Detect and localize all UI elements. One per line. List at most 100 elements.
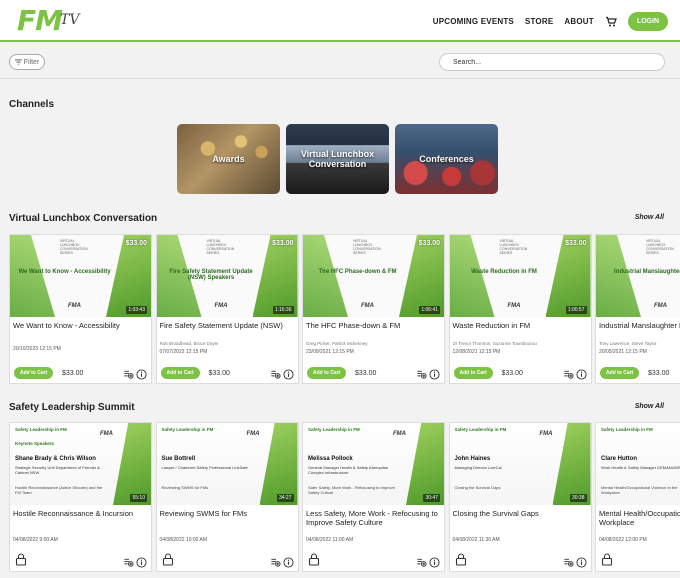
video-date: 20/10/2023 12:15 PM <box>13 346 61 352</box>
speaker-role: General Manager Health & Safety Aberquil… <box>308 465 389 475</box>
video-thumbnail[interactable]: Safety Leadership in FM FMA Melissa Polloc… <box>303 423 444 505</box>
video-card[interactable]: Safety Leadership in FM FMA John Haines Man… <box>448 422 592 573</box>
info-icon[interactable] <box>575 555 587 573</box>
add-to-cart-button[interactable]: Add to Cart <box>307 367 347 379</box>
video-thumbnail[interactable]: VIRTUAL LUNCHBOX CONVERSATION SERIES The HFC… <box>303 235 444 317</box>
video-card[interactable]: VIRTUAL LUNCHBOX CONVERSATION SERIES The HFC… <box>302 234 445 384</box>
channel-awards[interactable]: Awards <box>177 124 280 194</box>
video-thumbnail[interactable]: VIRTUAL LUNCHBOX CONVERSATION SERIES Fire Sa… <box>156 235 298 317</box>
channel-virtual-lunchbox[interactable]: Virtual Lunchbox Conversation <box>286 124 389 194</box>
info-icon[interactable] <box>429 367 440 385</box>
video-date: 04/08/2022 11:00 AM <box>306 537 354 543</box>
speaker-role: Lawyer / Chartered Safety Professional L… <box>161 465 248 470</box>
video-card[interactable]: Safety Leadership in FM FMA Sue Bottrell La… <box>155 422 299 573</box>
video-title[interactable]: The HFC Phase-down & FM <box>306 321 440 330</box>
nav-store[interactable]: STORE <box>525 17 553 26</box>
video-card[interactable]: VIRTUAL LUNCHBOX CONVERSATION SERIES We Want… <box>9 234 152 384</box>
video-thumbnail[interactable]: Safety Leadership in FM FMA Keynote Speake… <box>10 423 151 505</box>
series-logo: VIRTUAL LUNCHBOX CONVERSATION SERIES <box>206 239 235 255</box>
info-icon[interactable] <box>136 555 147 573</box>
info-icon[interactable] <box>429 555 440 573</box>
fma-logo: FMA <box>100 431 113 437</box>
video-title[interactable]: We Want to Know - Accessibility <box>13 321 147 330</box>
video-card[interactable]: VIRTUAL LUNCHBOX CONVERSATION SERIES Industr… <box>595 234 680 384</box>
video-card[interactable]: VIRTUAL LUNCHBOX CONVERSATION SERIES Waste R… <box>448 234 592 385</box>
card-actions <box>416 555 440 573</box>
info-icon[interactable] <box>282 555 294 573</box>
video-thumbnail[interactable]: VIRTUAL LUNCHBOX CONVERSATION SERIES Waste R… <box>449 235 591 317</box>
video-title[interactable]: Fire Safety Statement Update (NSW) <box>160 321 294 330</box>
fmtv-logo[interactable]: FM TV <box>17 7 79 35</box>
channel-conferences[interactable]: Conferences <box>395 124 498 194</box>
thumbnail-price: $33.00 <box>125 240 147 247</box>
add-to-playlist-icon[interactable] <box>123 555 134 573</box>
video-thumbnail[interactable]: VIRTUAL LUNCHBOX CONVERSATION SERIES We Want… <box>10 235 151 317</box>
video-card[interactable]: Safety Leadership in FMFMAClare HuttonWo… <box>595 422 680 572</box>
video-card[interactable]: Safety Leadership in FM FMA Melissa Polloc… <box>302 422 445 572</box>
thumbnail-graphic <box>106 235 151 317</box>
video-title[interactable]: Waste Reduction in FM <box>453 321 587 330</box>
channels-heading: Channels <box>9 99 55 110</box>
add-to-playlist-icon[interactable] <box>270 555 281 573</box>
video-title[interactable]: Mental Health/Occupation the Workplace <box>599 509 680 527</box>
safety-show-all-link[interactable]: Show All <box>635 403 664 410</box>
card-actions <box>123 555 147 573</box>
thumbnail-graphic <box>406 423 444 505</box>
talk-topic: Hostile Reconnaissance (Active Shooter) … <box>15 485 103 495</box>
fma-logo: FMA <box>539 431 553 437</box>
video-date: 04/08/2022 10:00 AM <box>159 537 208 543</box>
fma-logo: FMA <box>214 303 228 309</box>
card-actions <box>123 367 147 385</box>
video-thumbnail[interactable]: Safety Leadership in FM FMA John Haines Man… <box>449 423 591 505</box>
video-title[interactable]: Less Safety, More Work - Refocusing to I… <box>306 509 440 527</box>
header-divider <box>0 78 680 79</box>
video-price: $33.00 <box>62 370 84 377</box>
filter-button[interactable]: Filter <box>9 54 45 70</box>
add-to-cart-button[interactable]: Add to Cart <box>600 367 640 379</box>
channel-conferences-label: Conferences <box>419 154 474 164</box>
filter-label: Filter <box>23 58 40 66</box>
add-to-playlist-icon[interactable] <box>416 555 427 573</box>
video-date: 04/08/2022 11:30 AM <box>452 537 500 543</box>
info-icon[interactable] <box>575 367 587 385</box>
video-title[interactable]: Industrial Manslaughter L <box>599 321 680 330</box>
safety-carousel: Safety Leadership in FM FMA Keynote Speake… <box>9 422 680 578</box>
add-to-cart-button[interactable]: Add to Cart <box>14 367 54 379</box>
add-to-playlist-icon[interactable] <box>563 555 574 573</box>
series-label: Safety Leadership in FM <box>308 427 360 432</box>
series-label: Safety Leadership in FM <box>161 427 214 432</box>
video-duration: 1:03:43 <box>126 306 147 314</box>
nav-about[interactable]: ABOUT <box>564 17 593 26</box>
fma-logo: FMA <box>246 431 260 437</box>
add-to-playlist-icon[interactable] <box>416 367 427 385</box>
video-thumbnail[interactable]: Safety Leadership in FM FMA Sue Bottrell La… <box>156 423 298 505</box>
nav-upcoming-events[interactable]: UPCOMING EVENTS <box>433 17 514 26</box>
filter-icon <box>14 59 22 65</box>
talk-topic: Closing the Survival Gaps <box>454 485 501 490</box>
series-label: Safety Leadership in FM <box>454 427 507 432</box>
video-thumbnail[interactable]: VIRTUAL LUNCHBOX CONVERSATION SERIES Industr… <box>596 235 680 317</box>
video-card[interactable]: Safety Leadership in FM FMA Keynote Speake… <box>9 422 152 572</box>
series-logo: VIRTUAL LUNCHBOX CONVERSATION SERIES <box>499 239 528 255</box>
video-title[interactable]: Hostile Reconnaissance & Incursion <box>13 509 147 518</box>
video-price: $33.00 <box>208 370 230 377</box>
add-to-playlist-icon[interactable] <box>123 367 134 385</box>
search-input[interactable] <box>439 53 665 71</box>
add-to-cart-button[interactable]: Add to Cart <box>453 367 493 379</box>
info-icon[interactable] <box>136 367 147 385</box>
lunchbox-heading: Virtual Lunchbox Conversation <box>9 213 158 224</box>
video-thumbnail[interactable]: Safety Leadership in FMFMAClare HuttonWo… <box>596 423 680 505</box>
add-to-cart-button[interactable]: Add to Cart <box>160 367 200 379</box>
talk-topic: Reviewing SWMS for FMs <box>161 485 209 490</box>
shopping-cart-icon[interactable] <box>605 16 617 28</box>
video-date: 04/08/2022 12:00 PM <box>599 537 647 543</box>
video-title[interactable]: Reviewing SWMS for FMs <box>160 509 294 518</box>
add-to-playlist-icon[interactable] <box>563 367 574 385</box>
lunchbox-show-all-link[interactable]: Show All <box>635 214 664 221</box>
login-button[interactable]: LOGIN <box>627 12 668 31</box>
info-icon[interactable] <box>282 367 294 385</box>
video-card[interactable]: VIRTUAL LUNCHBOX CONVERSATION SERIES Fire Sa… <box>155 234 299 385</box>
card-actions <box>563 555 587 573</box>
add-to-playlist-icon[interactable] <box>270 367 281 385</box>
video-title[interactable]: Closing the Survival Gaps <box>453 509 587 518</box>
